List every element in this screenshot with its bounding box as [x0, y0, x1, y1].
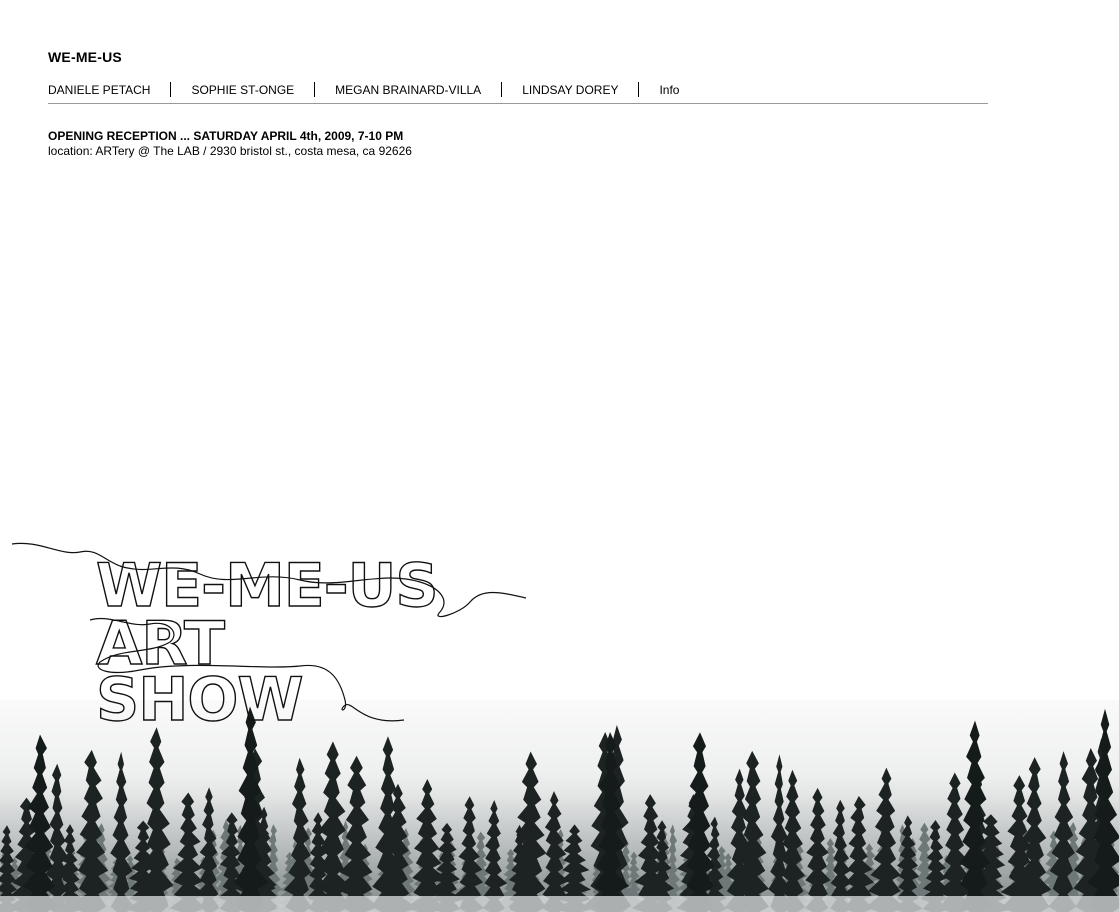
- nav-link-lindsay-dorey[interactable]: LINDSAY DOREY: [522, 82, 618, 98]
- event-location: location: ARTery @ The LAB / 2930 bristo…: [48, 144, 412, 158]
- forest-banner-image: [0, 700, 1119, 912]
- nav-divider: [170, 82, 172, 97]
- we-me-us-art-show-logo: WE-ME-US ART SHOW: [11, 542, 527, 730]
- opening-reception-heading: OPENING RECEPTION ... SATURDAY APRIL 4th…: [48, 129, 404, 143]
- nav-link-daniele-petach[interactable]: DANIELE PETACH: [48, 82, 150, 98]
- nav-link-sophie-st-onge[interactable]: SOPHIE ST-ONGE: [191, 82, 294, 98]
- nav-divider: [638, 82, 640, 97]
- nav-link-info[interactable]: Info: [659, 82, 679, 98]
- nav-link-megan-brainard-villa[interactable]: MEGAN BRAINARD-VILLA: [335, 82, 481, 98]
- logo-line-3: SHOW: [96, 665, 303, 730]
- main-nav: DANIELE PETACH SOPHIE ST-ONGE MEGAN BRAI…: [48, 82, 988, 104]
- nav-divider: [314, 82, 316, 97]
- nav-divider: [501, 82, 503, 97]
- site-title: WE-ME-US: [48, 49, 122, 65]
